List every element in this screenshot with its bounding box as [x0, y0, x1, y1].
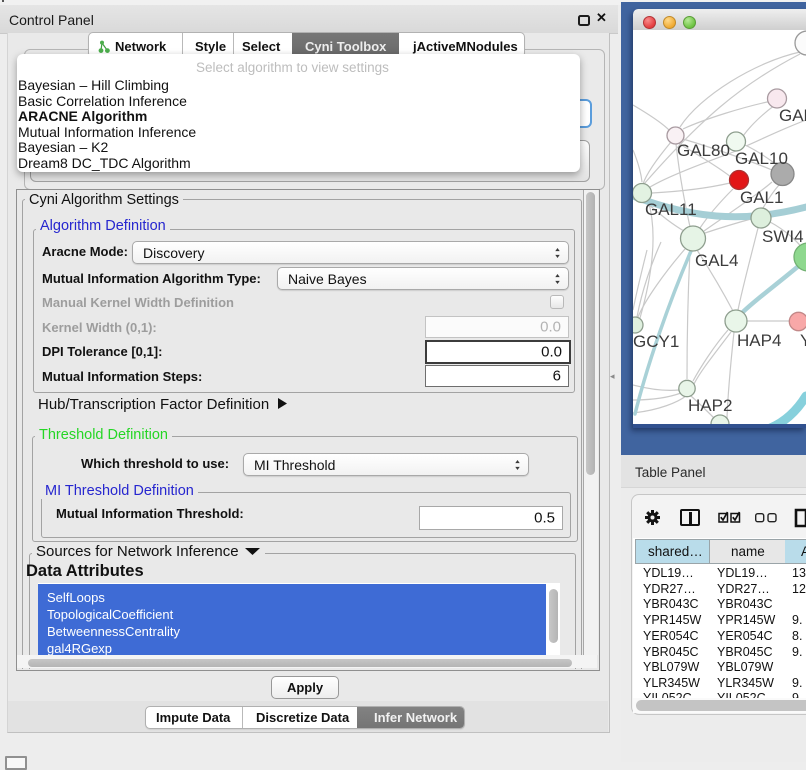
svg-text:GCY1: GCY1 [633, 332, 679, 351]
svg-text:GAL4: GAL4 [695, 251, 738, 270]
svg-text:HAP4: HAP4 [737, 331, 781, 350]
svg-text:GAL7: GAL7 [779, 106, 806, 125]
svg-text:GAL80: GAL80 [677, 141, 730, 160]
svg-text:GAL1: GAL1 [740, 188, 783, 207]
svg-text:Y: Y [800, 331, 806, 350]
svg-text:GAL10: GAL10 [735, 149, 788, 168]
svg-text:SWI4: SWI4 [762, 227, 804, 246]
svg-text:GAL11: GAL11 [645, 200, 697, 219]
svg-text:HAP2: HAP2 [688, 396, 732, 415]
